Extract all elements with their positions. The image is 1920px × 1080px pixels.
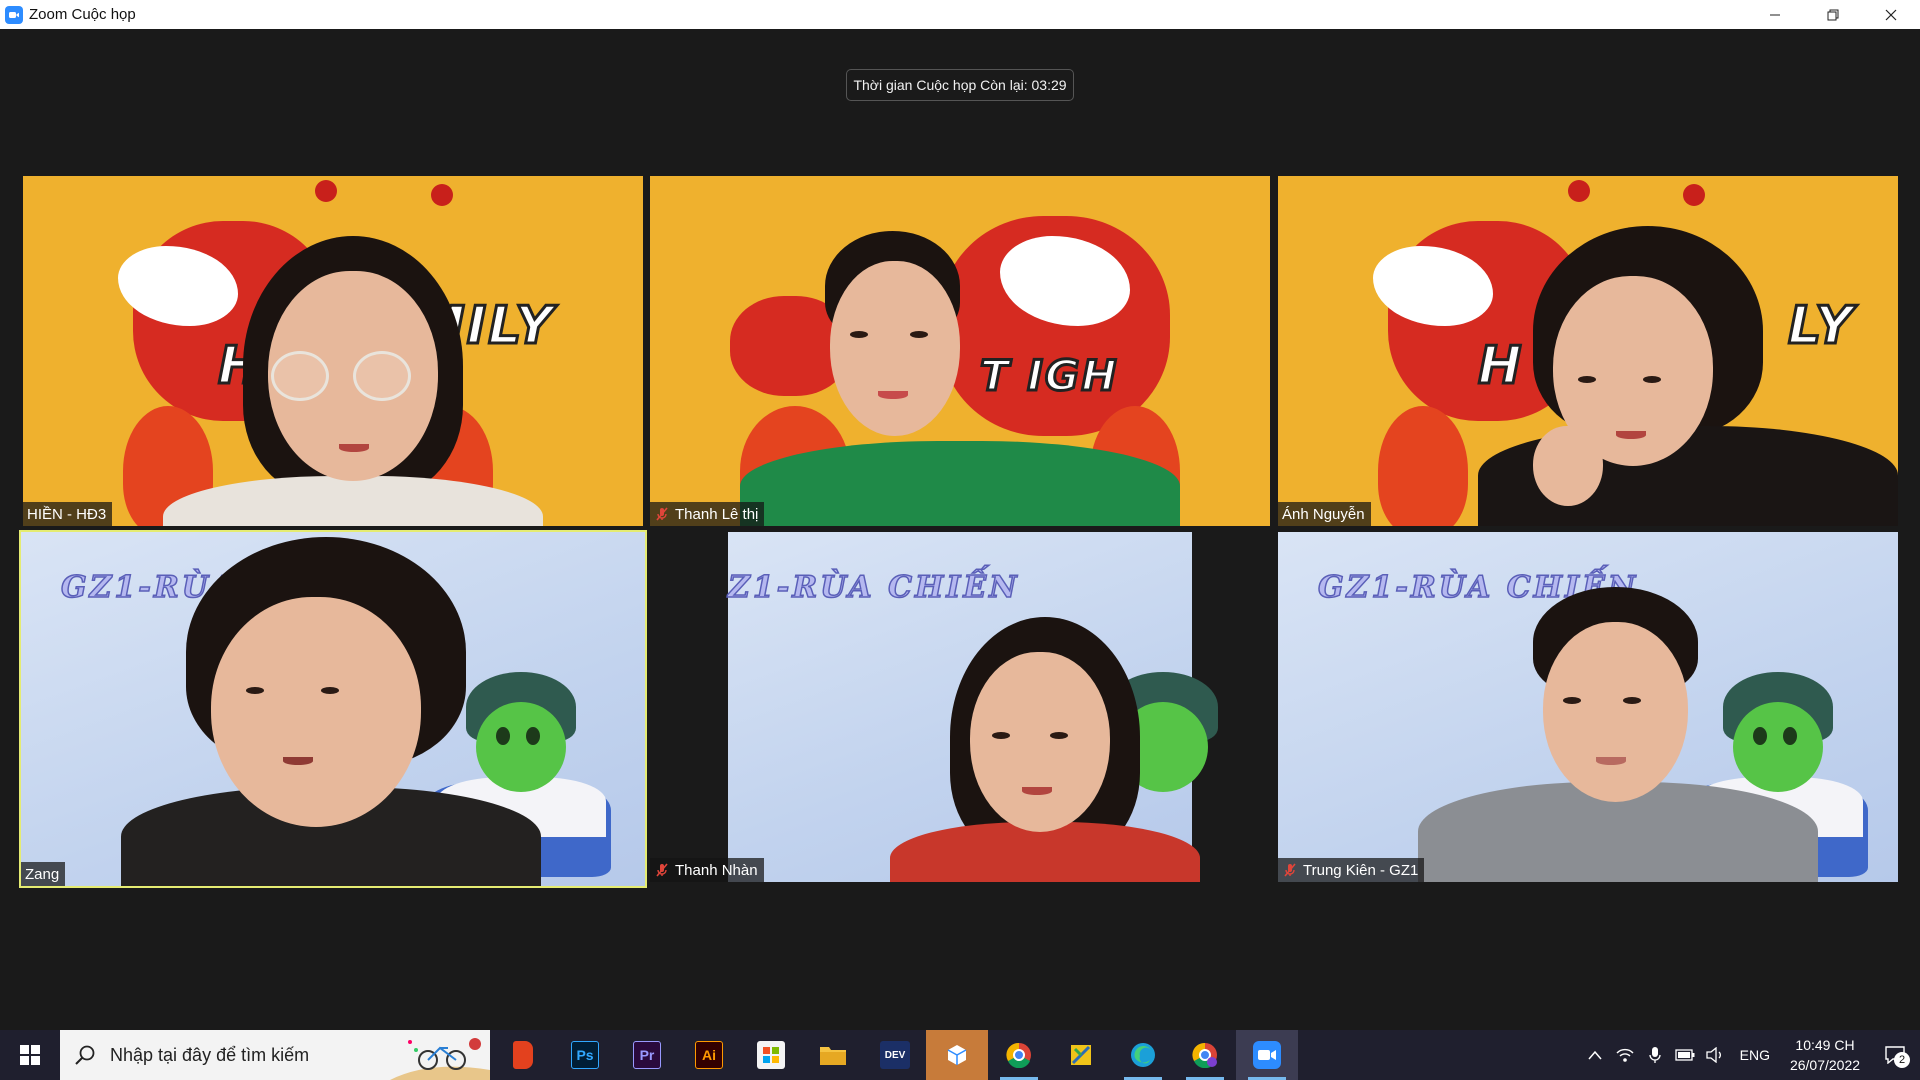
bicycle-doodle-icon: [390, 1038, 490, 1080]
photoshop-icon: Ps: [571, 1041, 599, 1069]
search-placeholder: Nhập tại đây để tìm kiếm: [110, 1044, 310, 1065]
windows-logo-icon: [20, 1045, 40, 1065]
illustrator-icon: Ai: [695, 1041, 723, 1069]
video-tile-thanh-nhan[interactable]: Z1-RÙA CHIẾN Thanh Nhàn: [650, 532, 1270, 882]
system-tray: ENG 10:49 CH 26/07/2022 2: [1580, 1030, 1920, 1080]
dev-cpp-app-button[interactable]: DEV: [864, 1030, 926, 1080]
clock-date: 26/07/2022: [1789, 1057, 1861, 1073]
minimize-button[interactable]: [1746, 0, 1804, 29]
video-tile-hien[interactable]: H MILY HIỀN - HĐ3: [23, 176, 643, 526]
sticky-notes-icon: [1067, 1041, 1095, 1069]
participant-name: Zang: [25, 865, 60, 883]
window-controls: [1746, 0, 1920, 29]
participant-name: HIỀN - HĐ3: [27, 505, 107, 523]
photoshop-app-button[interactable]: Ps: [554, 1030, 616, 1080]
video-tile-anh-nguyen[interactable]: H LY Ánh Nguyễn: [1278, 176, 1898, 526]
chrome-icon: [1005, 1041, 1033, 1069]
input-language-indicator[interactable]: ENG: [1730, 1047, 1780, 1063]
office-icon: [513, 1041, 533, 1069]
clock[interactable]: 10:49 CH 26/07/2022: [1780, 1035, 1870, 1075]
participant-name-label: Thanh Nhàn: [650, 858, 764, 882]
clock-time: 10:49 CH: [1795, 1037, 1855, 1053]
start-button[interactable]: [0, 1030, 60, 1080]
premiere-icon: Pr: [633, 1041, 661, 1069]
office-app-button[interactable]: [492, 1030, 554, 1080]
package-app-button[interactable]: [926, 1030, 988, 1080]
sticky-notes-app-button[interactable]: [1050, 1030, 1112, 1080]
chrome-app-button[interactable]: [988, 1030, 1050, 1080]
wifi-icon: [1616, 1048, 1634, 1062]
window-title: Zoom Cuộc họp: [29, 6, 136, 23]
search-icon: [75, 1045, 95, 1065]
participant-name-label: Trung Kiên - GZ1: [1278, 858, 1425, 882]
volume-button[interactable]: [1700, 1030, 1730, 1080]
taskbar-search-box[interactable]: Nhập tại đây để tìm kiếm: [60, 1030, 490, 1080]
restore-button[interactable]: [1804, 0, 1862, 29]
file-explorer-app-button[interactable]: [802, 1030, 864, 1080]
show-hidden-icons-button[interactable]: [1580, 1030, 1610, 1080]
network-button[interactable]: [1610, 1030, 1640, 1080]
battery-icon: [1675, 1049, 1695, 1061]
package-icon: [943, 1041, 971, 1069]
microphone-icon: [1649, 1047, 1661, 1063]
store-icon: [757, 1041, 785, 1069]
windows-taskbar: Nhập tại đây để tìm kiếm Ps Pr Ai DEV EN…: [0, 1030, 1920, 1080]
taskbar-pinned-apps: Ps Pr Ai DEV: [492, 1030, 1298, 1080]
video-tile-trung-kien[interactable]: GZ1-RÙA CHIẾN Trung Kiên - GZ1: [1278, 532, 1898, 882]
zoom-icon: [1253, 1041, 1281, 1069]
window-titlebar: Zoom Cuộc họp: [0, 0, 1920, 29]
participant-name: Ánh Nguyễn: [1282, 505, 1365, 523]
participant-name-label: Zang: [21, 862, 66, 886]
chrome-profile-app-button[interactable]: [1174, 1030, 1236, 1080]
video-tile-zang[interactable]: GZ1-RÙA Zang: [19, 530, 647, 888]
folder-icon: [819, 1041, 847, 1069]
participant-name-label: Thanh Lê thị: [650, 502, 765, 526]
meeting-timer: Thời gian Cuộc họp Còn lại: 03:29: [846, 69, 1074, 101]
zoom-app-icon: [5, 5, 23, 24]
meeting-stage: Thời gian Cuộc họp Còn lại: 03:29 H MILY…: [0, 29, 1920, 1030]
premiere-app-button[interactable]: Pr: [616, 1030, 678, 1080]
store-app-button[interactable]: [740, 1030, 802, 1080]
participant-name: Thanh Nhàn: [675, 861, 758, 879]
dev-cpp-icon: DEV: [880, 1041, 910, 1069]
microphone-tray-button[interactable]: [1640, 1030, 1670, 1080]
notification-count-badge: 2: [1894, 1052, 1910, 1068]
participant-name-label: HIỀN - HĐ3: [23, 502, 113, 526]
participant-name: Thanh Lê thị: [675, 505, 759, 523]
action-center-button[interactable]: 2: [1870, 1030, 1920, 1080]
speaker-icon: [1706, 1047, 1721, 1063]
zoom-app-button[interactable]: [1236, 1030, 1298, 1080]
illustrator-app-button[interactable]: Ai: [678, 1030, 740, 1080]
microphone-muted-icon: [654, 506, 670, 522]
edge-icon: [1129, 1041, 1157, 1069]
participant-name-label: Ánh Nguyễn: [1278, 502, 1371, 526]
chevron-up-icon: [1588, 1050, 1602, 1060]
chrome-profile-icon: [1191, 1041, 1219, 1069]
battery-button[interactable]: [1670, 1030, 1700, 1080]
participant-name: Trung Kiên - GZ1: [1303, 861, 1419, 879]
video-tile-thanh-le-thi[interactable]: T IGH Thanh Lê thị: [650, 176, 1270, 526]
microphone-muted-icon: [1282, 862, 1298, 878]
microphone-muted-icon: [654, 862, 670, 878]
edge-app-button[interactable]: [1112, 1030, 1174, 1080]
close-button[interactable]: [1862, 0, 1920, 29]
